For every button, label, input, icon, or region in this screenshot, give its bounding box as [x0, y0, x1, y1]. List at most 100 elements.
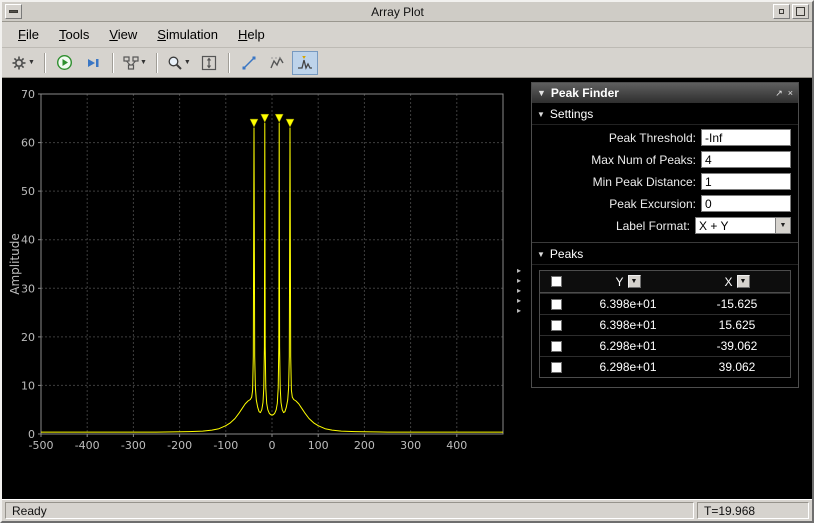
peak-y-value: 6.298e+01 [599, 339, 657, 353]
menu-help[interactable]: Help [230, 24, 273, 45]
peaks-table-header: Y ▼ X ▼ [540, 271, 790, 293]
window-menu-button[interactable] [5, 4, 22, 19]
settings-button[interactable]: ▼ [8, 51, 38, 75]
sort-x-button[interactable]: ▼ [736, 275, 750, 288]
zoom-button[interactable]: ▼ [164, 51, 194, 75]
peak-row-3[interactable]: 6.298e+01 39.062 [540, 356, 790, 377]
collapse-icon[interactable]: ▼ [537, 88, 546, 98]
toolbar-separator [227, 52, 230, 73]
close-icon[interactable]: × [788, 88, 793, 98]
toolbar-separator [43, 52, 46, 73]
peaks-section-header[interactable]: ▼ Peaks [532, 243, 798, 265]
svg-text:40: 40 [21, 234, 35, 247]
title-bar: Array Plot [2, 2, 812, 22]
peak-threshold-label: Peak Threshold: [608, 130, 696, 145]
peak-checkbox-0[interactable] [550, 298, 562, 310]
menu-view[interactable]: View [101, 24, 145, 45]
svg-text:10: 10 [21, 379, 35, 392]
svg-text:Amplitude: Amplitude [8, 233, 22, 295]
plot-svg[interactable]: -500 -400 -300 -200 -100 0 100 200 300 4000102030… [8, 82, 507, 493]
svg-text:200: 200 [354, 439, 375, 452]
peak-checkbox-2[interactable] [550, 340, 562, 352]
menu-bar: File Tools View Simulation Help [2, 22, 812, 48]
field-row-label-format: Label Format: X + Y ▼ [539, 216, 791, 235]
chevron-right-icon: ▸ [516, 285, 521, 295]
field-row-peak-excursion: Peak Excursion: [539, 194, 791, 213]
field-row-min-peak-distance: Min Peak Distance: [539, 172, 791, 191]
minimize-icon [779, 9, 784, 14]
peak-checkbox-1[interactable] [550, 319, 562, 331]
chevron-down-icon: ▼ [183, 59, 191, 66]
settings-section-header[interactable]: ▼ Settings [532, 103, 798, 125]
scope-content: -500 -400 -300 -200 -100 0 100 200 300 400 0 10 20 30… [2, 78, 812, 499]
peak-x-value: -15.625 [716, 297, 758, 311]
svg-text:0: 0 [269, 439, 276, 452]
peak-threshold-input[interactable] [701, 129, 791, 146]
peak-row-2[interactable]: 6.298e+01 -39.062 [540, 335, 790, 356]
label-format-select[interactable]: X + Y ▼ [695, 217, 791, 234]
svg-text:400: 400 [446, 439, 467, 452]
svg-text:-100: -100 [213, 439, 238, 452]
run-button[interactable] [52, 51, 78, 75]
minimize-button[interactable] [773, 4, 790, 19]
peaks-table: Y ▼ X ▼ 6.398e+01 -15.625 6.398e+01 15.625 6.29… [539, 270, 791, 378]
simulation-time: T=19.968 [697, 502, 809, 519]
chevron-down-icon[interactable]: ▼ [775, 217, 791, 234]
chevron-right-icon: ▸ [516, 305, 521, 315]
maximize-button[interactable] [792, 4, 809, 19]
peak-finder-button[interactable] [291, 50, 318, 75]
step-forward-icon [87, 58, 99, 67]
column-header-x: X ▼ [684, 275, 790, 289]
toolbar-separator [155, 52, 158, 73]
row-checkbox-cell [540, 298, 572, 310]
header-checkbox-cell [540, 276, 572, 287]
fit-to-view-button[interactable] [196, 51, 222, 75]
panel-collapse-handle[interactable]: ▸ ▸ ▸ ▸ ▸ [507, 82, 531, 499]
peak-x-value: 39.062 [718, 360, 756, 374]
svg-text:-400: -400 [75, 439, 100, 452]
status-bar: Ready T=19.968 [2, 499, 812, 521]
peak-row-0[interactable]: 6.398e+01 -15.625 [540, 293, 790, 314]
run-icon [57, 54, 73, 71]
svg-text:0: 0 [28, 428, 35, 441]
select-all-checkbox[interactable] [550, 276, 562, 287]
window-menu-icon [9, 10, 18, 13]
tool-bar: ▼ ▼ ▼ [2, 48, 812, 78]
magnifier-icon [168, 56, 182, 70]
peaks-section-label: Peaks [549, 247, 584, 261]
row-checkbox-cell [540, 340, 572, 352]
chevron-down-icon: ▼ [537, 109, 545, 119]
max-num-peaks-label: Max Num of Peaks: [591, 152, 696, 167]
sort-y-button[interactable]: ▼ [627, 275, 641, 288]
simulation-options-button[interactable]: ▼ [120, 51, 150, 75]
measurements-button[interactable] [236, 51, 262, 75]
menu-tools[interactable]: Tools [51, 24, 97, 45]
max-num-peaks-input[interactable] [701, 151, 791, 168]
label-format-label: Label Format: [615, 218, 690, 233]
step-forward-button[interactable] [80, 51, 106, 75]
peak-finder-icon [297, 55, 312, 70]
maximize-icon [796, 7, 805, 16]
peak-finder-title: Peak Finder [550, 86, 619, 100]
peak-row-1[interactable]: 6.398e+01 15.625 [540, 314, 790, 335]
array-plot-window: Array Plot File Tools View Simulation Help ▼ [0, 0, 814, 523]
fit-to-view-icon [201, 55, 216, 70]
signal-statistics-button[interactable] [264, 51, 290, 75]
svg-text:50: 50 [21, 185, 35, 198]
signal-statistics-icon [270, 55, 284, 68]
settings-section-label: Settings [549, 107, 594, 121]
plot-area[interactable]: -500 -400 -300 -200 -100 0 100 200 300 400 0 10 20 30… [8, 82, 507, 493]
dock-icon[interactable]: ↗ [775, 88, 783, 99]
svg-text:-300: -300 [121, 439, 146, 452]
peak-checkbox-3[interactable] [550, 361, 562, 373]
menu-simulation[interactable]: Simulation [149, 24, 226, 45]
min-peak-distance-input[interactable] [701, 173, 791, 190]
chevron-down-icon: ▼ [28, 59, 35, 66]
row-checkbox-cell [540, 319, 572, 331]
svg-text:300: 300 [400, 439, 421, 452]
menu-file[interactable]: File [10, 24, 47, 45]
peak-y-value: 6.398e+01 [599, 297, 657, 311]
svg-text:70: 70 [21, 88, 35, 101]
peak-excursion-input[interactable] [701, 195, 791, 212]
peak-x-value: -39.062 [716, 339, 758, 353]
